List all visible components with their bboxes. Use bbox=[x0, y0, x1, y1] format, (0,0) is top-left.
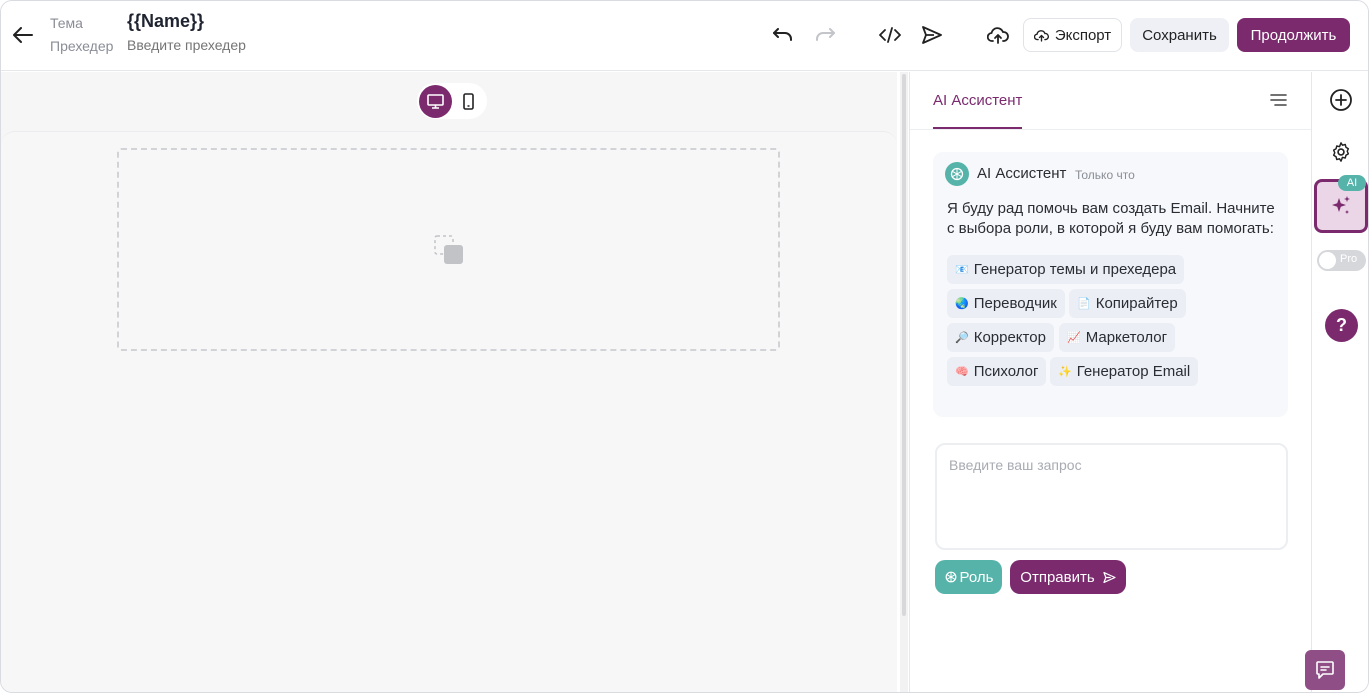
openai-logo-icon bbox=[950, 167, 964, 181]
prompt-input[interactable] bbox=[935, 443, 1288, 550]
add-block-icon[interactable] bbox=[1328, 87, 1354, 113]
email-canvas bbox=[1, 72, 897, 692]
empty-block-icon bbox=[433, 234, 463, 264]
role-chip[interactable]: 📄 Копирайтер bbox=[1069, 289, 1186, 318]
toggle-knob bbox=[1319, 252, 1336, 269]
send-button[interactable]: Отправить bbox=[1010, 560, 1126, 594]
save-button[interactable]: Сохранить bbox=[1130, 18, 1229, 52]
sparkles-icon bbox=[1332, 196, 1350, 214]
openai-logo-icon bbox=[945, 571, 956, 583]
panel-divider bbox=[910, 129, 1312, 130]
ai-assistant-panel: AI Ассистент AI Ассистент Только что Я б… bbox=[909, 72, 1312, 692]
chat-icon bbox=[1316, 661, 1334, 679]
role-button[interactable]: Роль bbox=[935, 560, 1002, 594]
menu-lines-icon[interactable] bbox=[1268, 90, 1288, 110]
send-button-label: Отправить bbox=[1020, 568, 1095, 586]
role-chip[interactable]: ✨ Генератор Email bbox=[1050, 357, 1199, 386]
send-arrow-icon bbox=[1103, 571, 1116, 583]
subject-label: Тема bbox=[50, 15, 83, 31]
back-arrow-icon[interactable] bbox=[11, 23, 35, 47]
send-test-icon[interactable] bbox=[920, 23, 944, 47]
mobile-icon bbox=[463, 92, 474, 110]
tab-ai-assistant[interactable]: AI Ассистент bbox=[933, 92, 1022, 109]
role-label: Корректор bbox=[973, 329, 1046, 346]
code-icon[interactable] bbox=[878, 23, 902, 47]
help-button[interactable]: ? bbox=[1325, 309, 1358, 342]
preheader-label: Прехедер bbox=[50, 38, 114, 54]
canvas-scroll-thumb[interactable] bbox=[902, 74, 906, 616]
export-label: Экспорт bbox=[1054, 26, 1112, 44]
role-button-label: Роль bbox=[959, 568, 994, 586]
message-author: AI Ассистент bbox=[977, 165, 1067, 182]
support-chat-button[interactable] bbox=[1305, 650, 1345, 690]
role-label: Маркетолог bbox=[1085, 329, 1168, 346]
role-chip[interactable]: 📧 Генератор темы и прехедера bbox=[947, 255, 1185, 284]
role-chip[interactable]: 🔎 Корректор bbox=[947, 323, 1054, 352]
desktop-icon bbox=[427, 93, 444, 109]
redo-icon[interactable] bbox=[813, 23, 837, 47]
canvas-body bbox=[1, 131, 897, 692]
role-label: Генератор темы и прехедера bbox=[973, 261, 1177, 278]
role-emoji: 🧠 bbox=[955, 366, 969, 378]
upload-cloud-icon[interactable] bbox=[986, 23, 1010, 47]
mobile-view-button[interactable] bbox=[452, 85, 485, 118]
role-emoji: 📧 bbox=[955, 264, 969, 276]
role-label: Переводчик bbox=[973, 295, 1057, 312]
editor-header: Тема Прехедер {{Name}} Экспорт Сохранить… bbox=[1, 1, 1368, 71]
role-chip[interactable]: 🌏 Переводчик bbox=[947, 289, 1065, 318]
role-emoji: 🌏 bbox=[955, 298, 969, 310]
pro-label: Pro bbox=[1340, 253, 1358, 265]
gear-icon[interactable] bbox=[1328, 139, 1354, 165]
assistant-message: AI Ассистент Только что Я буду рад помоч… bbox=[933, 152, 1288, 417]
role-label: Генератор Email bbox=[1076, 363, 1191, 380]
role-emoji: 📈 bbox=[1067, 332, 1081, 344]
app-window: Тема Прехедер {{Name}} Экспорт Сохранить… bbox=[0, 0, 1369, 693]
cloud-upload-icon bbox=[1033, 29, 1049, 42]
role-label: Копирайтер bbox=[1095, 295, 1178, 312]
subject-value[interactable]: {{Name}} bbox=[127, 11, 204, 32]
message-text: Я буду рад помочь вам создать Email. Нач… bbox=[947, 200, 1275, 237]
ai-avatar bbox=[945, 162, 969, 186]
desktop-view-button[interactable] bbox=[419, 84, 452, 118]
continue-button[interactable]: Продолжить bbox=[1237, 18, 1350, 52]
message-time: Только что bbox=[1075, 168, 1135, 182]
undo-icon[interactable] bbox=[771, 23, 795, 47]
pro-toggle[interactable]: Pro bbox=[1317, 250, 1366, 271]
role-label: Психолог bbox=[973, 363, 1039, 380]
role-chip[interactable]: 🧠 Психолог bbox=[947, 357, 1047, 386]
right-tool-rail: AI Pro ? bbox=[1311, 72, 1368, 692]
device-toggle bbox=[417, 83, 487, 119]
role-chip[interactable]: 📈 Маркетолог bbox=[1059, 323, 1176, 352]
block-drop-zone[interactable] bbox=[117, 148, 780, 351]
export-button[interactable]: Экспорт bbox=[1023, 18, 1122, 52]
ai-badge: AI bbox=[1338, 175, 1366, 191]
role-emoji: ✨ bbox=[1058, 366, 1072, 378]
role-emoji: 🔎 bbox=[955, 332, 969, 344]
role-emoji: 📄 bbox=[1077, 298, 1091, 310]
preheader-input[interactable] bbox=[127, 37, 327, 53]
